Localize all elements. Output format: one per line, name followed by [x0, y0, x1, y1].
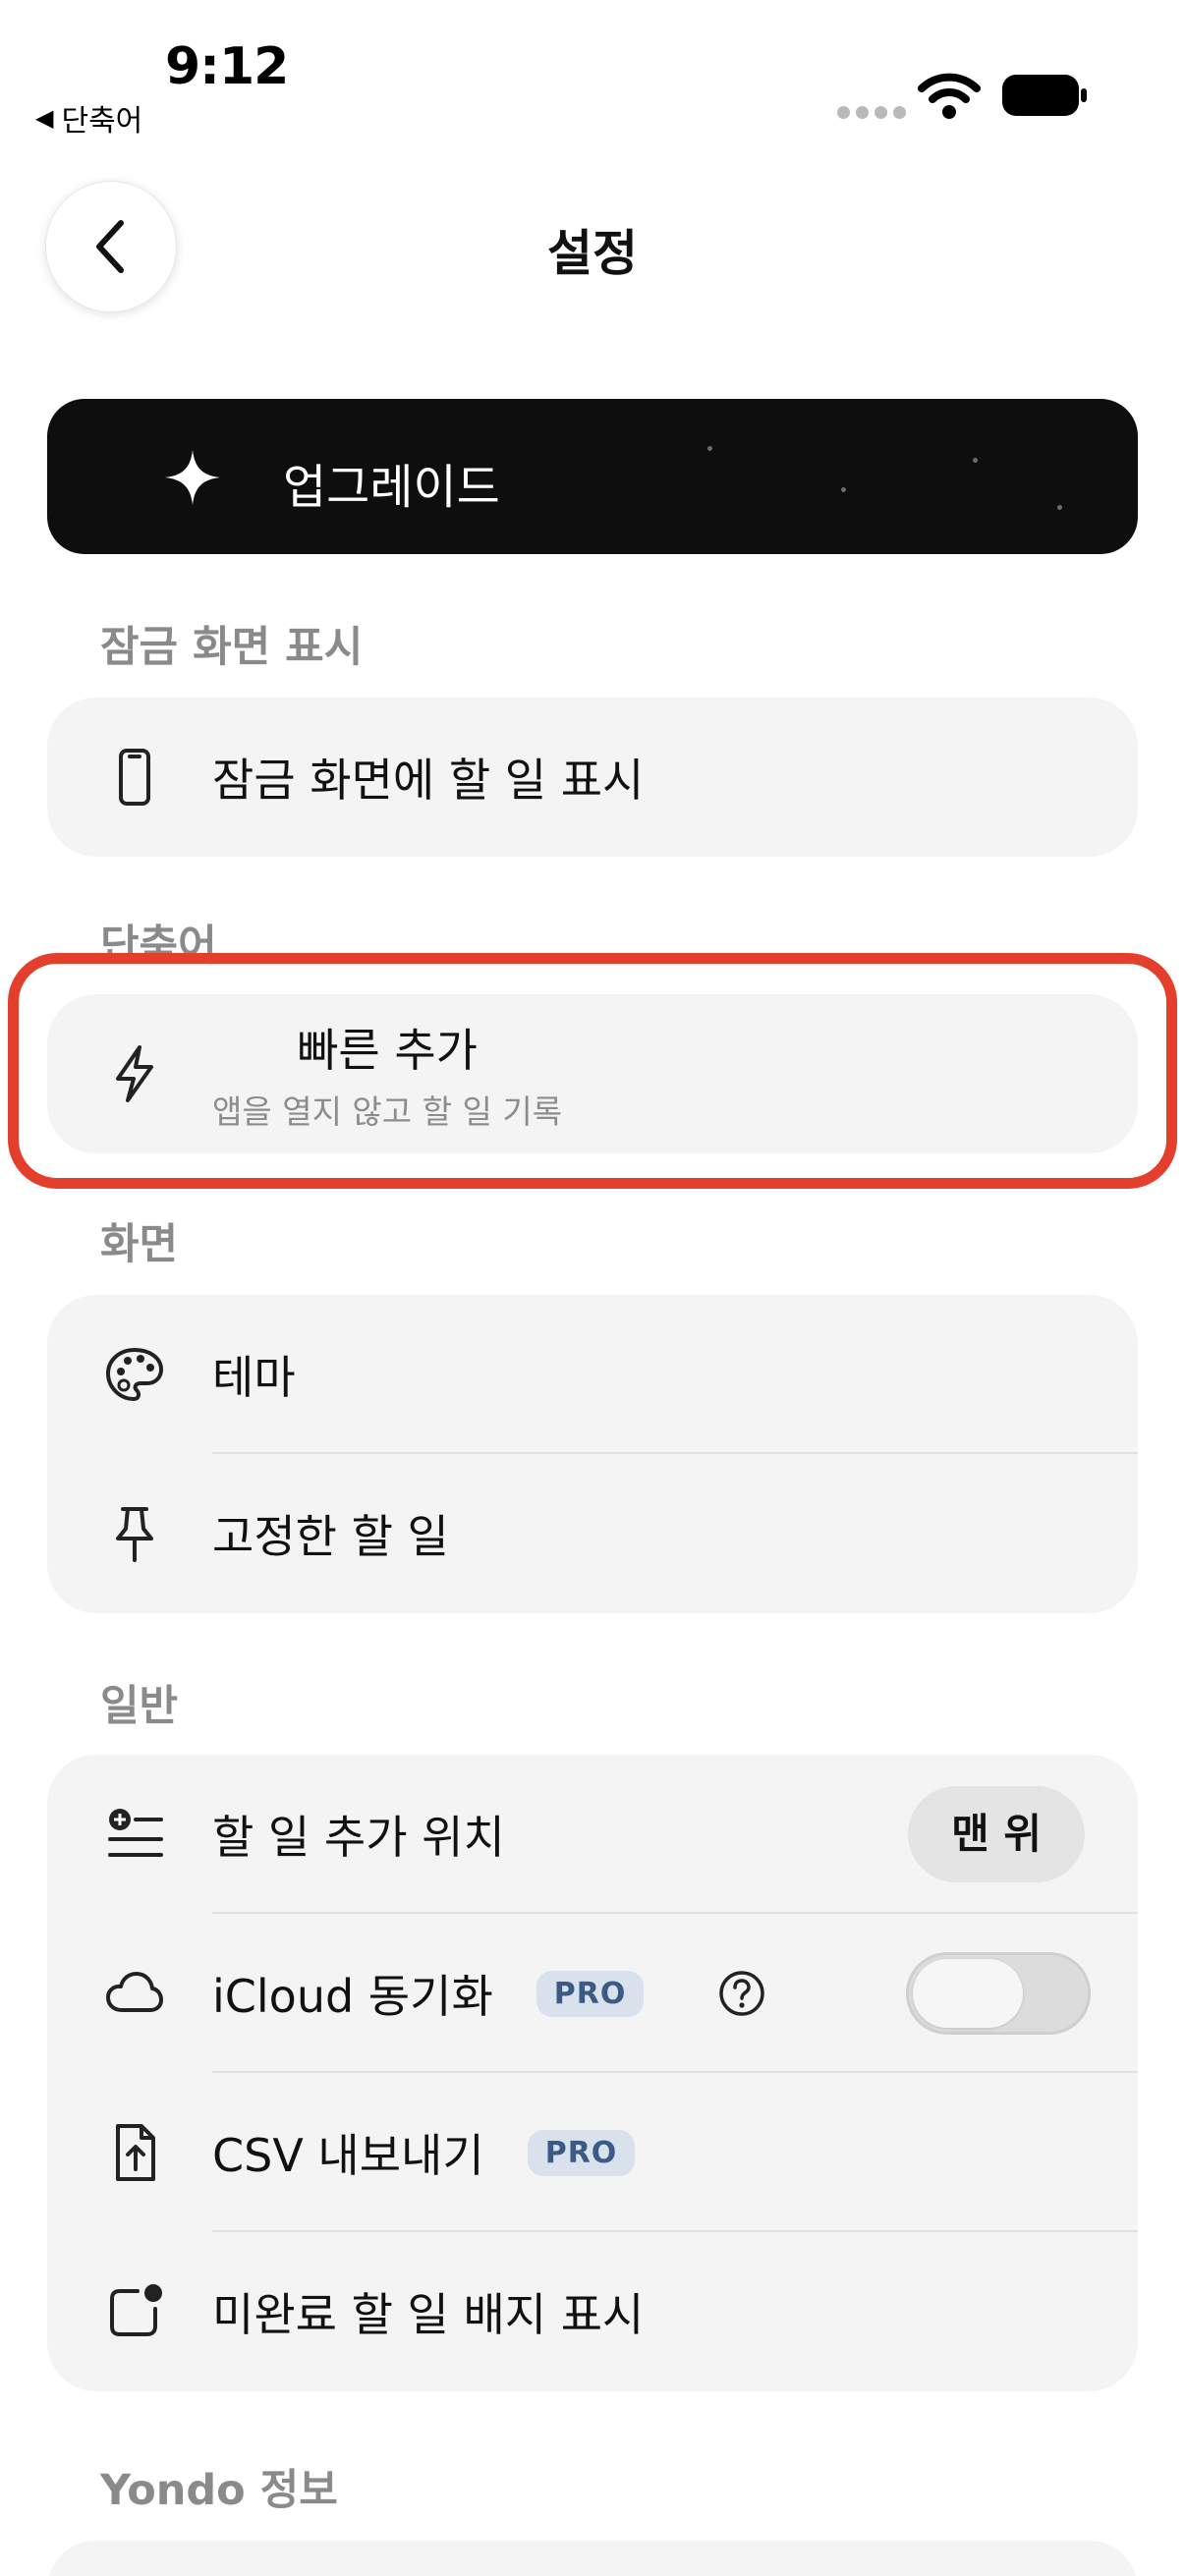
- star-dot: [1057, 505, 1062, 510]
- back-app-label: 단축어: [61, 104, 143, 139]
- row-label: 할 일 추가 위치: [212, 1811, 505, 1864]
- row-label: iCloud 동기화: [212, 1970, 493, 2023]
- settings-row-lock-screen-todos[interactable]: 잠금 화면에 할 일 표시: [47, 698, 1138, 857]
- palette-icon: [105, 1347, 164, 1402]
- section-title-general: 일반: [100, 1682, 179, 1731]
- help-icon[interactable]: [717, 1969, 766, 2018]
- row-label: 고정한 할 일: [212, 1510, 449, 1563]
- sparkle-icon: [165, 450, 220, 505]
- badge-icon: [110, 2284, 162, 2336]
- pro-badge: PRO: [527, 2129, 636, 2176]
- status-bar: 9:12 ◀ 단축어: [0, 0, 1185, 147]
- icloud-sync-toggle[interactable]: [906, 1952, 1091, 2035]
- settings-row-csv-export[interactable]: CSV 내보내기 PRO: [47, 2073, 1138, 2232]
- pin-icon: [116, 1507, 153, 1562]
- section-title-lock-screen: 잠금 화면 표시: [100, 623, 364, 672]
- general-card: 할 일 추가 위치 맨 위 iCloud 동기화 PRO CSV 내보내기 PR…: [47, 1755, 1138, 2391]
- row-label: CSV 내보내기: [212, 2129, 484, 2182]
- display-card: 테마 고정한 할 일: [47, 1295, 1138, 1613]
- settings-row-add-position[interactable]: 할 일 추가 위치 맨 위: [47, 1755, 1138, 1914]
- status-time: 9:12: [165, 37, 289, 96]
- settings-row-pinned-todos[interactable]: 고정한 할 일: [47, 1454, 1138, 1613]
- row-label: 미완료 할 일 배지 표시: [212, 2288, 645, 2341]
- row-label: 테마: [212, 1351, 296, 1404]
- back-triangle-icon: ◀: [35, 104, 54, 132]
- star-dot: [841, 487, 846, 492]
- highlight-annotation: [8, 953, 1177, 1189]
- star-dot: [973, 458, 978, 463]
- settings-row-theme[interactable]: 테마: [47, 1295, 1138, 1454]
- cellular-signal-icon: [837, 106, 906, 119]
- list-add-icon: [108, 1809, 163, 1857]
- star-dot: [707, 446, 712, 451]
- upgrade-button[interactable]: 업그레이드: [47, 399, 1138, 554]
- lock-screen-card: 잠금 화면에 할 일 표시: [47, 698, 1138, 857]
- wifi-icon: [918, 73, 981, 119]
- settings-row-badge-count[interactable]: 미완료 할 일 배지 표시: [47, 2232, 1138, 2391]
- section-title-about: Yondo 정보: [100, 2466, 338, 2515]
- section-title-display: 화면: [100, 1220, 179, 1269]
- file-export-icon: [116, 2124, 155, 2181]
- upgrade-label: 업그레이드: [283, 460, 500, 515]
- battery-icon: [1002, 75, 1087, 116]
- settings-row-icloud-sync[interactable]: iCloud 동기화 PRO: [47, 1914, 1138, 2073]
- cloud-icon: [106, 1972, 163, 2012]
- add-position-selector[interactable]: 맨 위: [908, 1786, 1085, 1882]
- pro-badge: PRO: [536, 1970, 645, 2017]
- row-label: 잠금 화면에 할 일 표시: [212, 754, 645, 807]
- phone-icon: [119, 749, 150, 806]
- about-card: [47, 2541, 1138, 2576]
- toggle-knob: [913, 1959, 1023, 2028]
- page-title: 설정: [547, 225, 638, 282]
- back-to-app-link[interactable]: ◀ 단축어: [35, 96, 142, 140]
